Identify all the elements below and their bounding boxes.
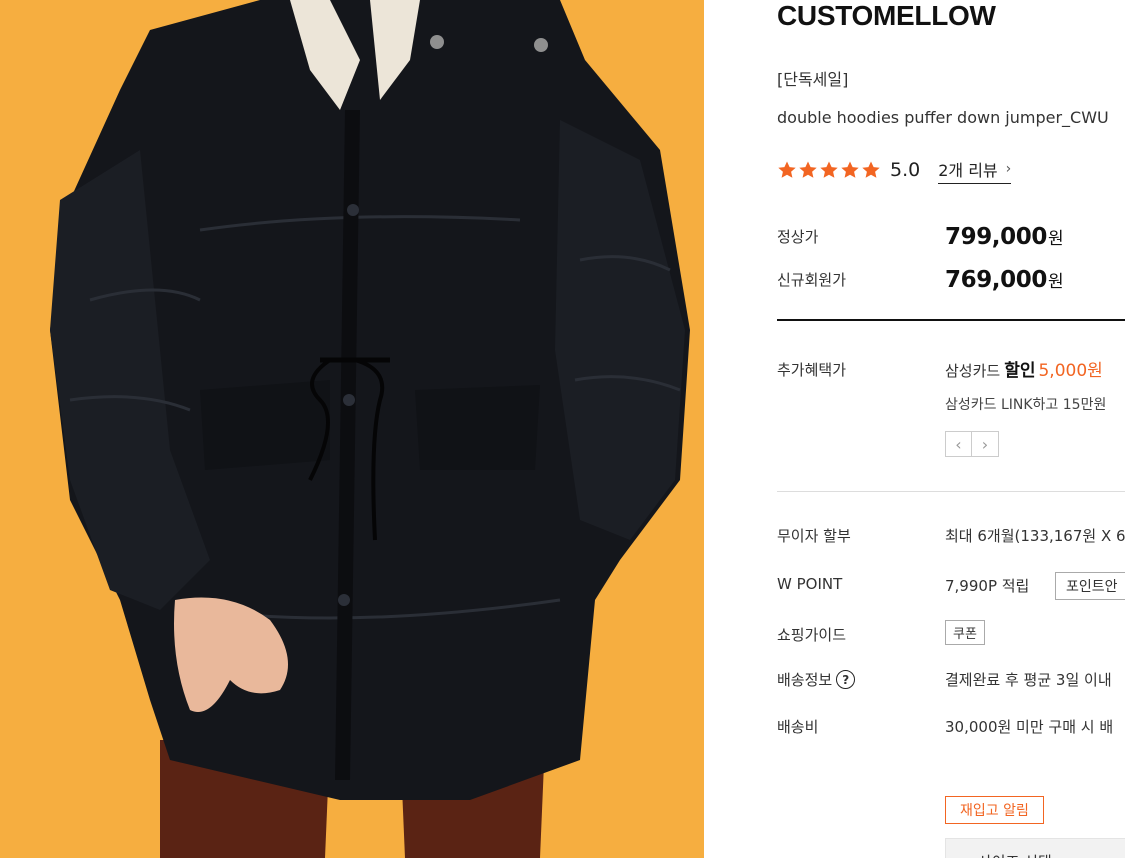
- rating-score: 5.0: [890, 159, 921, 181]
- regular-price-label: 정상가: [777, 228, 819, 246]
- shipping-fee-label: 배송비: [777, 718, 819, 736]
- point-label: W POINT: [777, 575, 843, 593]
- shipping-fee-value: 30,000원 미만 구매 시 배: [945, 718, 1114, 736]
- restock-alert-button[interactable]: 재입고 알림: [945, 796, 1044, 824]
- shipping-info-label: 배송정보 ?: [777, 669, 856, 690]
- benefit-label: 추가혜택가: [777, 361, 847, 379]
- coupon-button[interactable]: 쿠폰: [945, 620, 985, 645]
- currency-unit: 원: [1047, 229, 1064, 249]
- benefit-pager: ‹ ›: [945, 431, 999, 457]
- product-tag: [단독세일]: [777, 70, 849, 89]
- point-info-button[interactable]: 포인트안: [1055, 572, 1125, 600]
- member-price-value: 769,000: [945, 267, 1047, 293]
- star-icon: [862, 161, 880, 178]
- installment-label: 무이자 할부: [777, 527, 851, 545]
- installment-value: 최대 6개월(133,167원 X 6: [945, 527, 1125, 545]
- point-value: 7,990P 적립: [945, 577, 1030, 595]
- discount-amount: 5,000원: [1038, 361, 1103, 381]
- help-icon[interactable]: ?: [836, 670, 856, 689]
- product-photo[interactable]: [0, 0, 704, 858]
- star-icon: [799, 161, 817, 178]
- star-icon: [778, 161, 796, 178]
- size-select[interactable]: 사이즈 선택: [945, 838, 1125, 858]
- jacket-illustration: [0, 0, 704, 858]
- card-name: 삼성카드: [945, 362, 1001, 380]
- shipping-label-text: 배송정보: [777, 671, 833, 689]
- member-price-label: 신규회원가: [777, 271, 847, 289]
- star-icon: [841, 161, 859, 178]
- next-button[interactable]: ›: [972, 431, 999, 457]
- product-info-panel: CUSTOMELLOW [단독세일] double hoodies puffer…: [777, 0, 1125, 858]
- price-divider: [777, 319, 1125, 321]
- star-icon: [820, 161, 838, 178]
- prev-button[interactable]: ‹: [945, 431, 972, 457]
- product-name: double hoodies puffer down jumper_CWU: [777, 108, 1109, 127]
- shipping-info-value: 결제완료 후 평균 3일 이내: [945, 671, 1112, 689]
- star-rating: [777, 160, 881, 180]
- card-link-line: 삼성카드 LINK하고 15만원: [945, 397, 1107, 413]
- review-link[interactable]: 2개 리뷰 ›: [938, 157, 1012, 184]
- product-detail-page: CUSTOMELLOW [단독세일] double hoodies puffer…: [0, 0, 1125, 858]
- regular-price: 799,000원: [945, 224, 1064, 250]
- card-discount-line: 삼성카드 할인 5,000원: [945, 356, 1103, 381]
- rating-row: 5.0 2개 리뷰 ›: [777, 157, 1012, 184]
- currency-unit: 원: [1047, 272, 1064, 292]
- chevron-right-icon: ›: [1005, 160, 1012, 177]
- shopping-guide-label: 쇼핑가이드: [777, 626, 847, 644]
- benefit-divider: [777, 491, 1125, 492]
- discount-word: 할인: [1004, 361, 1036, 381]
- regular-price-value: 799,000: [945, 224, 1047, 250]
- member-price: 769,000원: [945, 267, 1064, 293]
- review-link-label: 2개 리뷰: [938, 160, 998, 180]
- brand-name[interactable]: CUSTOMELLOW: [777, 0, 996, 32]
